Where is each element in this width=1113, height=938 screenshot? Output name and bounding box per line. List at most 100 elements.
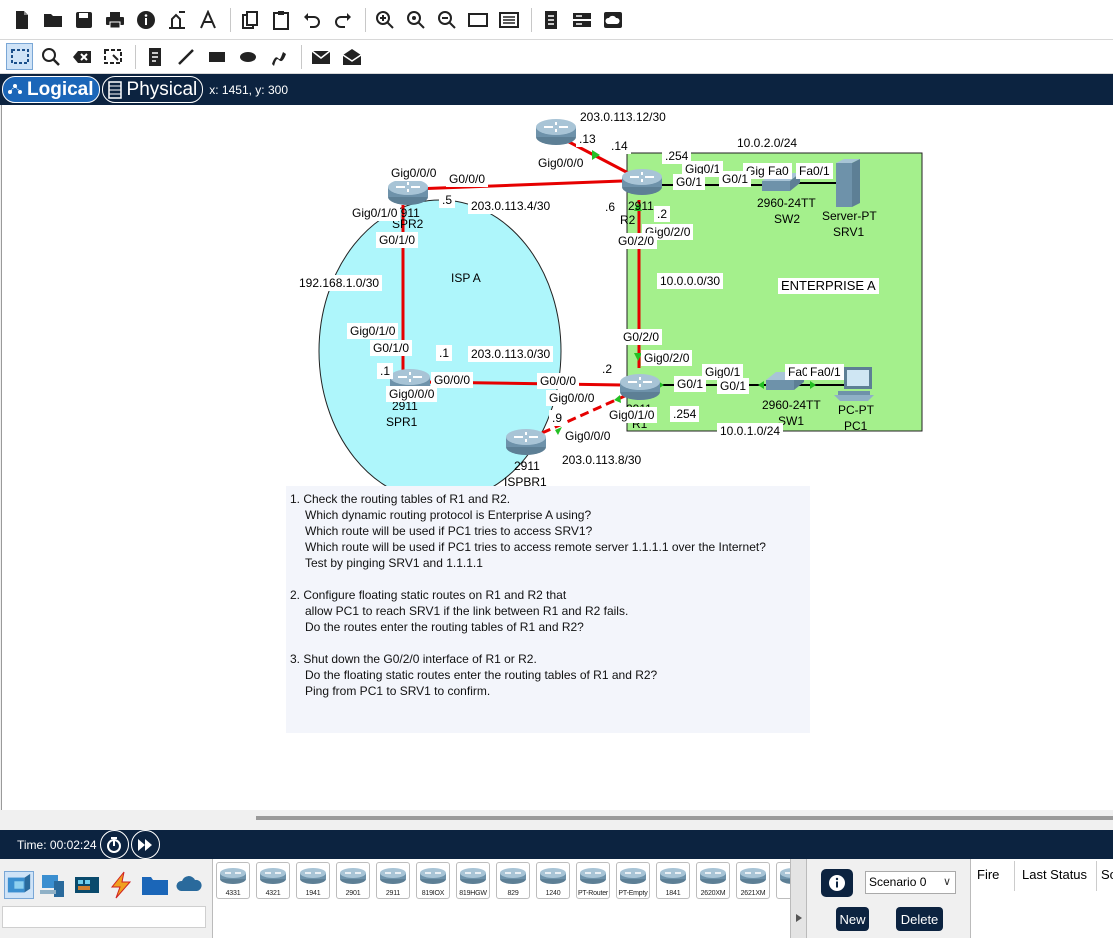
paste-icon[interactable] [267, 6, 294, 33]
add-complex-pdu-icon[interactable] [338, 43, 365, 70]
realtime-bar: Time: 00:02:24 [0, 830, 1113, 859]
interface-label: Gig0/0/0 [386, 386, 438, 402]
router-model-tile[interactable]: 1240 [536, 862, 570, 899]
undo-icon[interactable] [298, 6, 325, 33]
router-model-tile[interactable]: 4321 [256, 862, 290, 899]
multiuser-icon[interactable] [174, 871, 204, 899]
cloud-icon[interactable] [599, 6, 626, 33]
physical-tab[interactable]: Physical [101, 76, 204, 103]
scenario-info-button[interactable] [821, 869, 853, 897]
router-model-tile[interactable]: 2911 [376, 862, 410, 899]
router-model-label: 4321 [265, 890, 281, 897]
fast-forward-button[interactable] [130, 830, 160, 859]
network-label: 203.0.113.12/30 [577, 109, 669, 125]
redo-icon[interactable] [329, 6, 356, 33]
router-icon [300, 868, 326, 884]
delete-scenario-button[interactable]: Delete [896, 907, 943, 931]
activity-wizard-icon[interactable] [163, 6, 190, 33]
toolbar-separator [230, 7, 231, 32]
router-model-tile[interactable]: 819HGW [456, 862, 490, 899]
power-cycle-devices-button[interactable] [99, 830, 129, 859]
info-icon[interactable] [132, 6, 159, 33]
custom-devices-dialog-icon[interactable] [495, 6, 522, 33]
cluster-icon[interactable] [568, 6, 595, 33]
instruction-note[interactable]: 1. Check the routing tables of R1 and R2… [286, 486, 810, 733]
device-subcategory-bar [2, 906, 206, 928]
delete-icon[interactable] [68, 43, 95, 70]
draw-ellipse-icon[interactable] [234, 43, 261, 70]
router-model-tile[interactable]: 2901 [336, 862, 370, 899]
spr1-name-label: SPR1 [386, 415, 418, 429]
chevron-down-icon: ∨ [942, 876, 951, 888]
note-line: Test by pinging SRV1 and 1.1.1.1 [305, 556, 483, 570]
network-label: 203.0.113.4/30 [468, 198, 554, 214]
router-icon [500, 868, 526, 884]
router-model-label: 1941 [305, 890, 321, 897]
router-model-label: 819IOX [421, 890, 445, 897]
router-model-tile[interactable]: 2620XM [696, 862, 730, 899]
column-header-fire[interactable]: Fire [977, 867, 999, 882]
router-icon [580, 868, 606, 884]
router-ispbr1-icon[interactable] [504, 425, 548, 457]
router-r1-icon[interactable] [618, 370, 662, 402]
ip-host-label: .6 [602, 199, 619, 215]
router-model-tile[interactable]: 819IOX [416, 862, 450, 899]
add-simple-pdu-icon[interactable] [307, 43, 334, 70]
components-icon[interactable] [72, 871, 102, 899]
select-icon[interactable] [6, 43, 33, 70]
router-model-tile[interactable]: 829 [496, 862, 530, 899]
open-folder-icon[interactable] [39, 6, 66, 33]
interface-label: G0/1 [717, 378, 750, 394]
place-note-icon[interactable] [141, 43, 168, 70]
router-model-tile[interactable]: 2621XM [736, 862, 770, 899]
new-scenario-button[interactable]: New [836, 907, 869, 931]
network-devices-icon[interactable] [4, 871, 34, 899]
end-devices-icon[interactable] [38, 871, 68, 899]
interface-label: Gig0/1/0 [347, 323, 399, 339]
cursor-coordinates: x: 1451, y: 300 [209, 82, 288, 97]
device-list-scroll[interactable] [790, 859, 806, 938]
miscellaneous-icon[interactable] [140, 871, 170, 899]
freeform-icon[interactable] [265, 43, 292, 70]
logical-workspace[interactable]: ISP A ENTERPRISE A 2911 R2 2960-24TT SW2… [1, 105, 1113, 810]
horizontal-scrollbar[interactable] [256, 816, 1113, 820]
connections-icon[interactable] [106, 871, 136, 899]
router-model-tile[interactable]: PT-Router [576, 862, 610, 899]
pdu-view-icon[interactable] [537, 6, 564, 33]
router-model-tile[interactable]: 1941 [296, 862, 330, 899]
network-label: 203.0.113.8/30 [559, 452, 645, 468]
interface-label: Gig0/0/0 [535, 155, 587, 171]
custom-device-icon[interactable] [194, 6, 221, 33]
column-header-source[interactable]: So [1101, 867, 1113, 882]
zoom-reset-icon[interactable] [402, 6, 429, 33]
inspect-icon[interactable] [37, 43, 64, 70]
drawing-palette-icon[interactable] [464, 6, 491, 33]
router-model-tile[interactable]: 1841 [656, 862, 690, 899]
server-srv1-icon[interactable] [834, 157, 862, 209]
column-header-last-status[interactable]: Last Status [1022, 867, 1087, 882]
router-model-tile[interactable]: PT-Empty [616, 862, 650, 899]
interface-label: Gig0/0/0 [546, 390, 598, 406]
save-icon[interactable] [70, 6, 97, 33]
toolbar-separator [531, 7, 532, 32]
router-model-label: 2620XM [700, 890, 726, 897]
router-model-tile[interactable]: 4331 [216, 862, 250, 899]
logical-tab[interactable]: Logical [2, 76, 100, 103]
main-toolbar [0, 0, 1113, 40]
draw-rectangle-icon[interactable] [203, 43, 230, 70]
network-label: 10.0.0.0/30 [657, 273, 724, 289]
pdu-list-table[interactable]: Fire Last Status So [970, 859, 1113, 938]
router-icon [700, 868, 726, 884]
zoom-in-icon[interactable] [371, 6, 398, 33]
scenario-select[interactable]: Scenario 0 ∨ [865, 871, 956, 894]
router-icon [260, 868, 286, 884]
router-top-icon[interactable] [534, 115, 578, 147]
new-file-icon[interactable] [8, 6, 35, 33]
ip-host-label: .2 [654, 206, 671, 222]
zoom-out-icon[interactable] [433, 6, 460, 33]
resize-shape-icon[interactable] [99, 43, 126, 70]
draw-line-icon[interactable] [172, 43, 199, 70]
print-icon[interactable] [101, 6, 128, 33]
copy-icon[interactable] [236, 6, 263, 33]
router-r2-icon[interactable] [620, 165, 664, 197]
